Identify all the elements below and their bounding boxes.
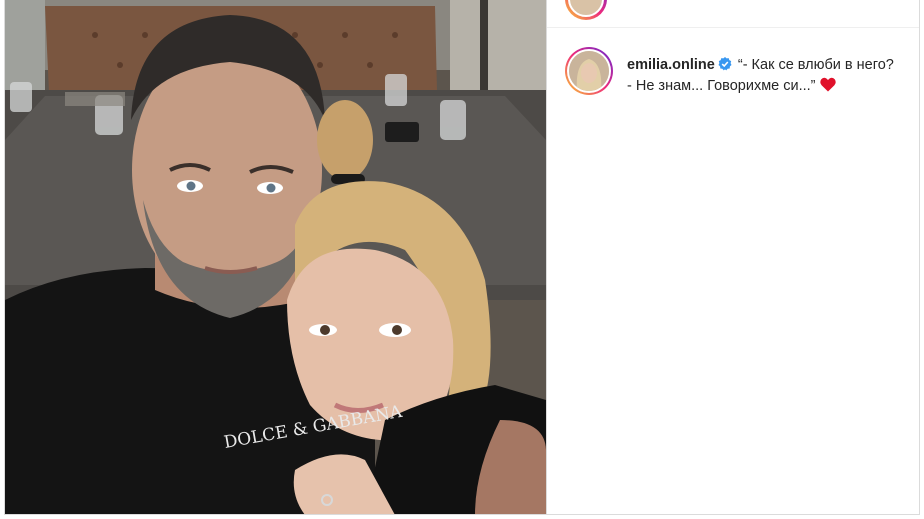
previous-post-avatar[interactable] [565,0,607,20]
instagram-post: DOLCE & GABBANA emilia.online “- Как се … [4,0,920,515]
author-avatar[interactable] [565,47,613,95]
red-heart-icon [819,77,836,92]
post-photo[interactable]: DOLCE & GABBANA [5,0,546,514]
header-divider [547,27,919,28]
verified-badge-icon [718,57,732,71]
post-caption: emilia.online “- Как се влюби в него? - … [627,55,919,97]
comments-panel: emilia.online “- Как се влюби в него? - … [547,0,919,514]
caption-line-2: - Не знам... Говорихме си...” [627,78,816,94]
author-username[interactable]: emilia.online [627,57,715,73]
caption-line-1: “- Как се влюби в него? [737,57,894,73]
